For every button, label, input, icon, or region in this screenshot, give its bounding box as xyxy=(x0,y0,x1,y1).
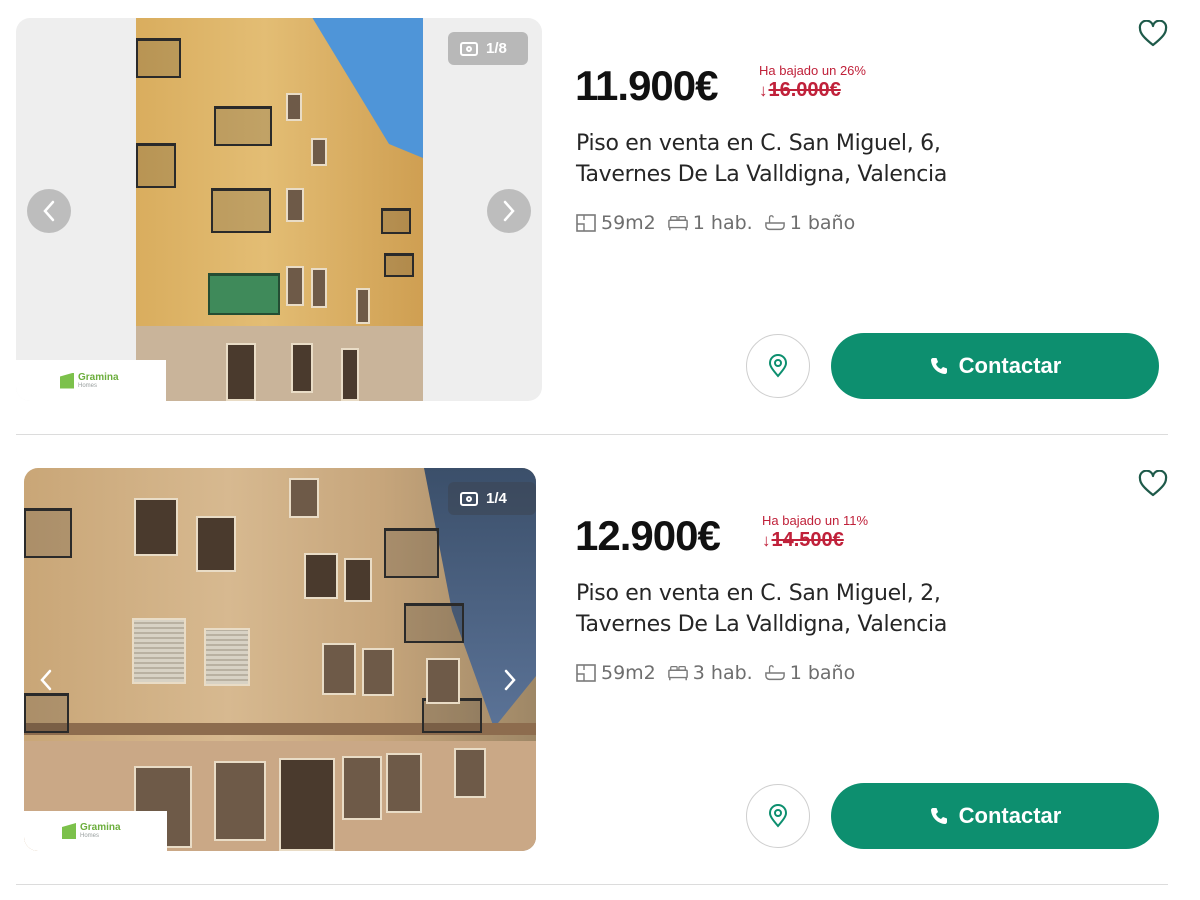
bathtub-icon xyxy=(764,215,785,231)
old-price: 14.500€ xyxy=(771,529,844,551)
price: 11.900€ xyxy=(575,62,719,109)
area-value: 59m2 xyxy=(601,662,656,684)
heart-icon[interactable] xyxy=(1138,470,1168,498)
listing-photo[interactable] xyxy=(24,468,536,851)
map-pin-icon xyxy=(768,804,788,828)
listing-title[interactable]: Piso en venta en C. San Miguel, 6, Taver… xyxy=(576,128,1016,190)
phone-icon xyxy=(930,808,947,824)
prev-photo-button[interactable] xyxy=(24,658,68,702)
chevron-right-icon xyxy=(504,669,516,691)
divider xyxy=(16,884,1168,885)
listing-card[interactable]: 1/4 Gramina Homes 12.900€ Ha bajado un 1… xyxy=(0,450,1200,900)
listing-title[interactable]: Piso en venta en C. San Miguel, 2, Taver… xyxy=(576,578,1016,640)
next-photo-button[interactable] xyxy=(488,658,532,702)
listing-features: 59m2 3 hab. 1 baño xyxy=(576,662,855,684)
price-drop-label: Ha bajado un 26% xyxy=(759,63,866,78)
photo-counter: 1/8 xyxy=(448,32,528,65)
camera-icon xyxy=(460,491,478,506)
chevron-right-icon xyxy=(503,200,515,222)
contact-button[interactable]: Contactar xyxy=(831,783,1159,849)
arrow-down-icon: ↓ xyxy=(762,530,771,550)
contact-button[interactable]: Contactar xyxy=(831,333,1159,399)
phone-icon xyxy=(930,358,947,374)
floor-plan-icon xyxy=(576,214,596,232)
area-value: 59m2 xyxy=(601,212,656,234)
camera-icon xyxy=(460,41,478,56)
gramina-logo-icon xyxy=(62,823,76,839)
bathtub-icon xyxy=(764,665,785,681)
agency-logo-name: Gramina xyxy=(80,822,121,833)
rooms-value: 1 hab. xyxy=(692,212,753,234)
arrow-down-icon: ↓ xyxy=(759,80,768,100)
agency-logo-name: Gramina xyxy=(78,371,119,383)
listing-card[interactable]: 1/8 Gramina Homes 11.900€ Ha bajado un 2… xyxy=(0,0,1200,450)
next-photo-button[interactable] xyxy=(487,189,531,233)
photo-counter: 1/4 xyxy=(448,482,536,515)
baths-value: 1 baño xyxy=(789,212,856,234)
rooms-value: 3 hab. xyxy=(692,662,753,684)
photo-gallery[interactable]: 1/4 Gramina Homes xyxy=(24,468,536,851)
contact-button-label: Contactar xyxy=(958,353,1062,378)
price-drop: Ha bajado un 26% ↓ 16.000€ xyxy=(759,64,866,100)
listing-features: 59m2 1 hab. 1 baño xyxy=(576,212,855,234)
listing-photo[interactable] xyxy=(136,18,423,401)
agency-logo[interactable]: Gramina Homes xyxy=(16,360,166,401)
contact-button-label: Contactar xyxy=(958,803,1062,828)
price-drop: Ha bajado un 11% ↓ 14.500€ xyxy=(762,514,868,550)
price: 12.900€ xyxy=(575,512,721,559)
photo-gallery[interactable]: 1/8 Gramina Homes xyxy=(16,18,542,401)
price-drop-label: Ha bajado un 11% xyxy=(762,513,869,528)
bed-icon xyxy=(667,666,688,681)
map-pin-icon xyxy=(768,354,788,378)
heart-icon[interactable] xyxy=(1138,20,1168,48)
divider xyxy=(16,434,1168,435)
map-button[interactable] xyxy=(746,334,810,398)
gramina-logo-icon xyxy=(60,372,74,389)
old-price: 16.000€ xyxy=(768,79,841,101)
map-button[interactable] xyxy=(746,784,810,848)
agency-logo[interactable]: Gramina Homes xyxy=(24,811,167,851)
agency-logo-sub: Homes xyxy=(78,382,98,389)
floor-plan-icon xyxy=(576,664,596,682)
prev-photo-button[interactable] xyxy=(27,189,71,233)
agency-logo-sub: Homes xyxy=(80,833,100,839)
bed-icon xyxy=(667,215,688,231)
chevron-left-icon xyxy=(43,200,55,222)
chevron-left-icon xyxy=(40,669,52,691)
baths-value: 1 baño xyxy=(789,662,856,684)
